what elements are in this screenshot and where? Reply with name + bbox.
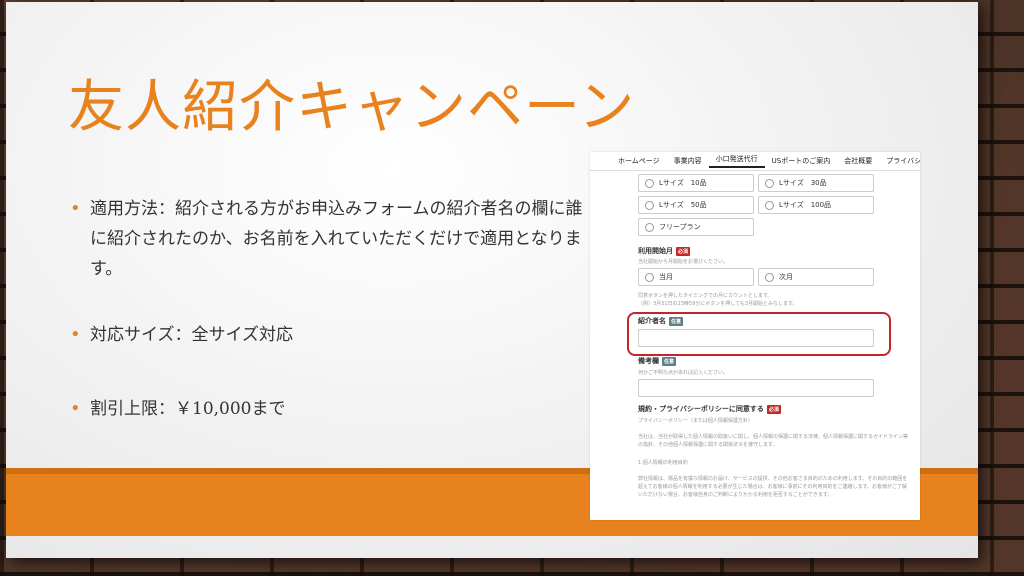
bullet-text: 対応サイズ：全サイズ対応 <box>90 325 293 345</box>
nav-item-home[interactable]: ホームページ <box>590 156 667 166</box>
policy-label: 規約・プライバシーポリシーに同意する 必須 <box>638 404 781 414</box>
policy-heading: 1.個人情報の利用目的 <box>638 460 688 466</box>
radio-circle-icon <box>765 200 774 210</box>
radio-circle-icon <box>765 272 774 282</box>
size-option-radio[interactable]: フリープラン <box>638 218 754 236</box>
site-nav: ホームページ 事業内容 小口発送代行 USポートのご案内 会社概要 プライバシー… <box>590 152 920 171</box>
radio-circle-icon <box>765 178 774 188</box>
optional-badge: 任意 <box>662 356 677 366</box>
radio-circle-icon <box>645 178 654 188</box>
start-month-radio-current[interactable]: 当月 <box>638 268 754 286</box>
nav-item-company[interactable]: 会社概要 <box>837 156 879 166</box>
bullet-dot-icon: • <box>70 398 81 419</box>
radio-label: Lサイズ 50品 <box>659 201 707 209</box>
start-month-hint: 当社開始から月開始をお選びください。 <box>638 259 729 265</box>
bullet-item: • 適用方法：紹介される方がお申込みフォームの紹介者名の欄に誰に紹介されたのか、… <box>68 194 588 284</box>
bullet-list: • 適用方法：紹介される方がお申込みフォームの紹介者名の欄に誰に紹介されたのか、… <box>68 194 588 424</box>
policy-paragraph: 当社は、当社が取得した個人情報の取扱いに関し、個人情報の保護に関する法律、個人情… <box>638 434 909 448</box>
nav-item-services[interactable]: 事業内容 <box>667 156 709 166</box>
bullet-text: 適用方法：紹介される方がお申込みフォームの紹介者名の欄に誰に紹介されたのか、お名… <box>90 199 583 279</box>
size-option-radio[interactable]: Lサイズ 10品 <box>638 174 754 192</box>
referrer-highlight-outline <box>627 312 891 356</box>
size-option-radio[interactable]: Lサイズ 30品 <box>758 174 874 192</box>
required-badge: 必須 <box>676 246 691 256</box>
start-month-radio-next[interactable]: 次月 <box>758 268 874 286</box>
radio-circle-icon <box>645 272 654 282</box>
bullet-text: 割引上限：￥10,000まで <box>90 399 286 419</box>
remarks-input[interactable] <box>638 379 874 397</box>
radio-label: Lサイズ 10品 <box>659 179 707 187</box>
start-month-note: 同意ボタンを押したタイミングでの月にカウントとします。 （例）3月31日の23時… <box>638 293 798 307</box>
bullet-dot-icon: • <box>70 324 81 345</box>
start-month-label: 利用開始月 必須 <box>638 246 691 256</box>
policy-paragraph: 弊社情報は、標品を有償な情報のお届け、サービスの提供、その他お客さま目的のための… <box>638 476 908 498</box>
nav-item-usport[interactable]: USポートのご案内 <box>765 156 838 166</box>
policy-subtitle: プライバシーポリシー（または個人情報保護方針） <box>638 418 753 424</box>
radio-label: Lサイズ 30品 <box>779 179 827 187</box>
bullet-item: • 対応サイズ：全サイズ対応 <box>68 320 588 350</box>
size-option-radio[interactable]: Lサイズ 100品 <box>758 196 874 214</box>
radio-circle-icon <box>645 200 654 210</box>
radio-label: Lサイズ 100品 <box>779 201 832 209</box>
size-option-radio[interactable]: Lサイズ 50品 <box>638 196 754 214</box>
required-badge: 必須 <box>766 404 781 414</box>
radio-label: フリープラン <box>659 223 701 231</box>
nav-item-small-shipping[interactable]: 小口発送代行 <box>708 154 765 168</box>
nav-item-privacy[interactable]: プライバシーポリシー <box>879 156 920 166</box>
radio-label: 次月 <box>779 273 793 281</box>
slide-title: 友人紹介キャンペーン <box>68 75 636 140</box>
remarks-hint: 何かご不明な点があれば記入ください。 <box>638 370 729 376</box>
bullet-dot-icon: • <box>70 198 81 219</box>
radio-circle-icon <box>645 222 654 232</box>
radio-label: 当月 <box>659 273 673 281</box>
bullet-item: • 割引上限：￥10,000まで <box>68 394 588 424</box>
remarks-label: 備考欄 任意 <box>638 356 677 366</box>
